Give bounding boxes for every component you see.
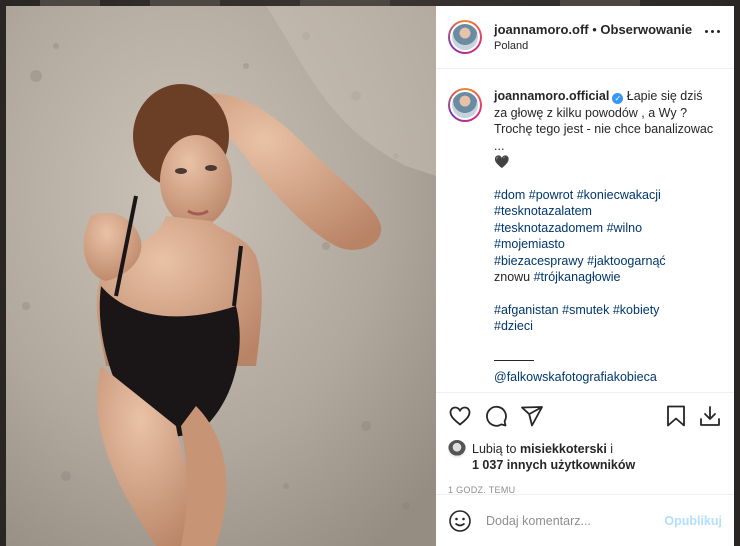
caption-section: joannamoro.official ✓ Łapie się dziś za g… [436,70,734,392]
caption-author[interactable]: joannamoro.official [494,89,609,103]
comment-icon[interactable] [484,404,508,428]
heart-icon[interactable] [448,404,472,428]
liker-avatar[interactable] [448,440,466,458]
download-icon[interactable] [698,404,722,428]
post-location[interactable]: Poland [494,40,692,52]
hashtag-link[interactable]: #dom [494,188,525,202]
hashtag-link[interactable]: #kobiety [613,303,660,317]
caption-divider [494,351,534,361]
follow-separator: • [588,22,601,37]
hashtag-link[interactable]: #smutek [562,303,609,317]
hashtags-block-1: #dom #powrot #koniecwakacji #tesknotazal… [494,187,716,286]
hashtag-link[interactable]: #mojemiasto [494,237,565,251]
share-icon[interactable] [520,404,544,428]
emoji-icon[interactable] [448,509,472,533]
author-username[interactable]: joannamoro.off [494,22,589,37]
comment-bar: Opublikuj [436,494,734,546]
post-photo-image [6,6,436,546]
follow-button[interactable]: Obserwowanie [600,22,692,37]
hashtags-block-2: #afganistan #smutek #kobiety #dzieci [494,302,716,335]
post-photo[interactable] [6,6,436,546]
verified-badge-icon: ✓ [612,93,624,104]
caption-word: znowu [494,270,534,284]
likes-count[interactable]: 1 037 innych użytkowników [472,458,635,472]
hashtag-link[interactable]: #biezacesprawy [494,254,584,268]
hashtag-link[interactable]: #tesknotazadomem [494,221,603,235]
heart-emoji: 🖤 [494,155,510,169]
likes-prefix: Lubią to [472,442,520,456]
actions-area: Lubią to misiekkoterski i 1 037 innych u… [436,392,734,495]
hashtag-link[interactable]: #afganistan [494,303,559,317]
action-bar [448,403,722,429]
hashtag-link[interactable]: #wilno [607,221,642,235]
post-side-panel: joannamoro.off • Obserwowanie Poland joa… [436,6,734,546]
likes-middle: i [606,442,614,456]
hashtag-link[interactable]: #jaktoogarnąć [587,254,666,268]
liker-username[interactable]: misiekkoterski [520,442,607,456]
hashtag-link[interactable]: #trójkanagłowie [534,270,621,284]
hashtag-link[interactable]: #koniecwakacji [577,188,661,202]
comment-input[interactable] [486,513,665,528]
hashtag-link[interactable]: #tesknotazalatem [494,204,592,218]
post-comment-button[interactable]: Opublikuj [664,514,722,528]
hashtag-link[interactable]: #powrot [529,188,573,202]
likes-summary: Lubią to misiekkoterski i 1 037 innych u… [448,440,722,473]
more-horizontal-icon[interactable] [705,30,720,33]
caption-author-avatar[interactable] [448,88,482,122]
post-header: joannamoro.off • Obserwowanie Poland [436,6,734,69]
mention-link[interactable]: @falkowskafotografiakobieca [494,370,657,384]
hashtag-link[interactable]: #dzieci [494,319,533,333]
author-avatar[interactable] [448,20,482,54]
bookmark-icon[interactable] [664,404,688,428]
caption-text: joannamoro.official ✓ Łapie się dziś za g… [494,88,716,385]
